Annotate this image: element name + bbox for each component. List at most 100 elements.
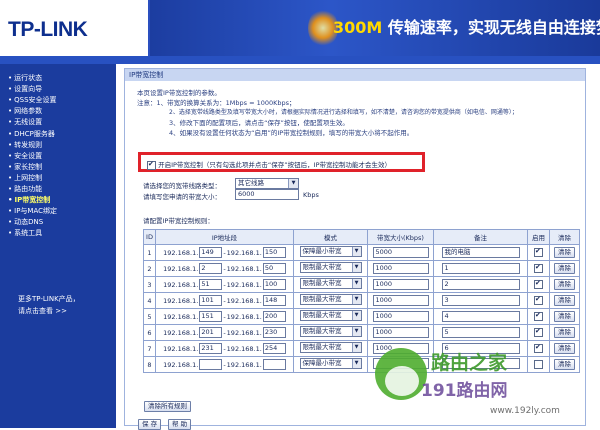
enable-row-checkbox[interactable] — [534, 311, 543, 321]
ip-start-input[interactable]: 51 — [199, 279, 223, 290]
note-input[interactable]: 4 — [441, 311, 520, 322]
ip-start-input[interactable]: 149 — [199, 247, 223, 258]
bandwidth-input[interactable]: 5000 — [372, 247, 429, 258]
mode-select[interactable]: 限制最大带宽 ▼ — [299, 294, 362, 305]
sidebar-item[interactable]: • 系统工具 — [8, 228, 42, 238]
bullet-icon: • — [8, 74, 13, 82]
sidebar-item[interactable]: • 无线设置 — [8, 117, 42, 127]
header-id: ID — [143, 229, 156, 245]
sidebar-item[interactable]: • 设置向导 — [8, 84, 42, 94]
ip-start-input[interactable]: 101 — [199, 295, 223, 306]
mode-select[interactable]: 保障最小带宽 ▼ — [299, 358, 362, 369]
bullet-icon: • — [8, 85, 13, 94]
mode-cell: 限制最大带宽 ▼ — [293, 308, 368, 325]
bandwidth-cell: 5000 — [367, 244, 434, 261]
mode-select[interactable]: 限制最大带宽 ▼ — [299, 326, 362, 337]
ip-start-input[interactable]: 231 — [199, 343, 223, 354]
ip-end-prefix: 192.168.1. — [226, 344, 262, 353]
sidebar-item[interactable]: • 运行状态 — [8, 73, 42, 83]
note-input[interactable]: 我的电脑 — [441, 247, 520, 258]
mode-select[interactable]: 限制最大带宽 ▼ — [299, 342, 362, 353]
bandwidth-input[interactable]: 1000 — [372, 295, 429, 306]
chevron-down-icon: ▼ — [351, 263, 361, 272]
help-button[interactable]: 帮 助 — [168, 419, 192, 430]
enable-highlight-box: 开启IP带宽控制（只有勾选此项并点击“保存”按钮后，IP带宽控制功能才会生效） — [138, 152, 425, 172]
sidebar-item[interactable]: • 路由功能 — [8, 184, 42, 194]
enable-checkbox[interactable] — [147, 160, 156, 170]
sidebar-item[interactable]: • 上网控制 — [8, 173, 42, 183]
clear-row-button[interactable]: 清除 — [554, 263, 575, 274]
sidebar-item-label: 路由功能 — [14, 185, 43, 193]
note-input[interactable]: 1 — [441, 263, 520, 274]
clear-row-button[interactable]: 清除 — [554, 279, 575, 290]
mode-cell: 保障最小带宽 ▼ — [293, 244, 368, 261]
sidebar-item[interactable]: • QSS安全设置 — [8, 95, 57, 105]
save-button[interactable]: 保 存 — [138, 419, 162, 430]
enable-row-checkbox[interactable] — [534, 279, 543, 289]
mode-value: 保障最小带宽 — [302, 247, 342, 255]
clear-cell: 清除 — [549, 308, 580, 325]
ip-start-input[interactable]: 151 — [199, 311, 223, 322]
enable-row-checkbox[interactable] — [534, 295, 543, 305]
clear-row-button[interactable]: 清除 — [554, 311, 575, 322]
ip-start-input[interactable] — [199, 359, 223, 370]
table-row: 2192.168.1.2-192.168.1.50限制最大带宽▼10001清除 — [143, 260, 580, 277]
note-input[interactable]: 2 — [441, 279, 520, 290]
ip-end-input[interactable]: 148 — [262, 295, 286, 306]
header-enable: 启用 — [527, 229, 550, 245]
mode-select[interactable]: 限制最大带宽 ▼ — [299, 278, 362, 289]
sidebar-item[interactable]: • 安全设置 — [8, 151, 42, 161]
sidebar-item[interactable]: • IP与MAC绑定 — [8, 206, 57, 216]
sidebar-item[interactable]: • 家长控制 — [8, 162, 42, 172]
ip-start-prefix: 192.168.1. — [163, 328, 199, 337]
ip-end-input[interactable] — [262, 359, 286, 370]
line-type-select[interactable]: 其它线路 ▼ — [235, 178, 299, 189]
clear-cell: 清除 — [549, 276, 580, 293]
enable-row-checkbox[interactable] — [534, 327, 543, 337]
ip-end-input[interactable]: 50 — [262, 263, 286, 274]
clear-all-rules-button[interactable]: 清除所有规则 — [144, 401, 191, 412]
note-cell: 1 — [433, 260, 528, 277]
mode-select[interactable]: 保障最小带宽 ▼ — [299, 246, 362, 257]
sidebar-item-label: IP与MAC绑定 — [14, 207, 58, 216]
ip-end-prefix: 192.168.1. — [226, 264, 262, 273]
clear-row-button[interactable]: 清除 — [554, 247, 575, 258]
sidebar-item[interactable]: • 转发规则 — [8, 140, 42, 150]
ip-start-prefix: 192.168.1. — [163, 360, 199, 369]
bandwidth-input[interactable]: 1000 — [372, 327, 429, 338]
note-input[interactable]: 5 — [441, 327, 520, 338]
sidebar-item-label: DHCP服务器 — [14, 129, 55, 138]
enable-row-checkbox[interactable] — [534, 247, 543, 257]
ip-start-input[interactable]: 2 — [199, 263, 223, 274]
mode-select[interactable]: 限制最大带宽 ▼ — [299, 310, 362, 321]
sidebar-item[interactable]: • DHCP服务器 — [8, 129, 55, 139]
total-bandwidth-input[interactable]: 6000 — [235, 189, 299, 200]
ip-end-input[interactable]: 150 — [262, 247, 286, 258]
clear-row-button[interactable]: 清除 — [554, 327, 575, 338]
ip-end-input[interactable]: 100 — [262, 279, 286, 290]
sidebar-item[interactable]: • IP带宽控制 — [8, 195, 50, 205]
sidebar-item[interactable]: • 网络参数 — [8, 106, 42, 116]
clear-cell: 清除 — [549, 292, 580, 309]
ip-end-input[interactable]: 200 — [262, 311, 286, 322]
ip-end-input[interactable]: 230 — [262, 327, 286, 338]
watermark: 路由之家 191路由网 www.192ly.com — [375, 340, 600, 428]
more-products-link[interactable]: 更多TP-LINK产品， 请点击查看 >> — [18, 293, 80, 317]
enable-row-checkbox[interactable] — [534, 263, 543, 273]
bullet-icon: • — [8, 185, 13, 193]
bullet-icon: • — [8, 96, 13, 105]
ip-start-input[interactable]: 201 — [199, 327, 223, 338]
bandwidth-input[interactable]: 1000 — [372, 279, 429, 290]
row-id: 2 — [143, 260, 156, 277]
ip-end-input[interactable]: 254 — [262, 343, 286, 354]
mode-select[interactable]: 限制最大带宽 ▼ — [299, 262, 362, 273]
clear-row-button[interactable]: 清除 — [554, 295, 575, 306]
note-input[interactable]: 3 — [441, 295, 520, 306]
bandwidth-input[interactable]: 1000 — [372, 263, 429, 274]
mode-cell: 限制最大带宽 ▼ — [293, 324, 368, 341]
bandwidth-input[interactable]: 1000 — [372, 311, 429, 322]
ip-end-prefix: 192.168.1. — [226, 248, 262, 257]
mode-cell: 限制最大带宽 ▼ — [293, 292, 368, 309]
sidebar-item[interactable]: • 动态DNS — [8, 217, 43, 227]
logo[interactable]: TP-LINK — [0, 0, 150, 56]
